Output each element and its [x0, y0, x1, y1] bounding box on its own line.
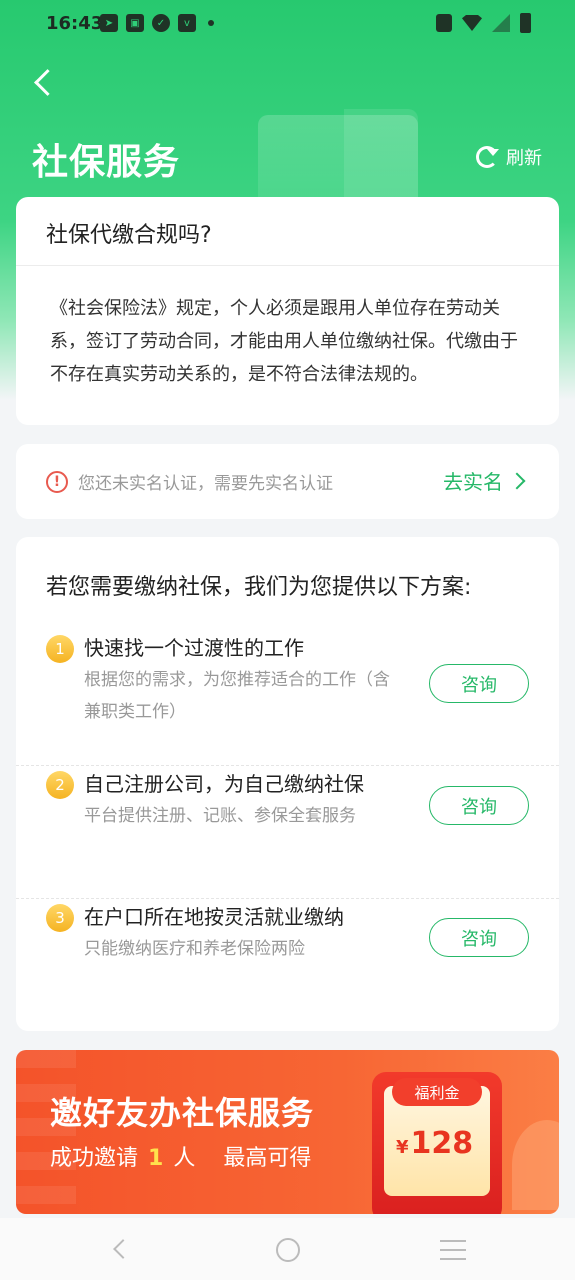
number-badge: 2	[46, 771, 74, 799]
refresh-icon	[476, 146, 499, 168]
coupon-amount: ¥128	[396, 1126, 473, 1161]
verify-label: 去实名	[443, 470, 503, 494]
compliance-body: 《社会保险法》规定，个人必须是跟用人单位存在劳动关系，签订了劳动合同，才能由用人…	[50, 298, 518, 385]
shopping-bag-icon: ▣	[126, 14, 144, 32]
coupon-value: 128	[410, 1126, 474, 1161]
plan-option-1: 1 快速找一个过渡性的工作 根据您的需求，为您推荐适合的工作（含兼职类工作） 咨…	[16, 630, 559, 766]
status-time: 16:43	[46, 13, 104, 34]
number-badge: 3	[46, 904, 74, 932]
nav-home-icon[interactable]	[276, 1238, 300, 1262]
verify-card: ! 您还未实名认证，需要先实名认证 去实名	[16, 444, 559, 519]
plan-title: 自己注册公司，为自己缴纳社保	[84, 772, 364, 796]
refresh-label: 刷新	[506, 148, 542, 169]
vibrate-icon	[436, 14, 452, 32]
currency-symbol: ¥	[396, 1137, 409, 1158]
plans-heading: 若您需要缴纳社保，我们为您提供以下方案:	[46, 575, 472, 600]
banner-subtitle: 成功邀请 1 人 最高可得	[50, 1140, 311, 1172]
back-button[interactable]	[26, 62, 66, 102]
banner-sub-suffix: 最高可得	[223, 1146, 312, 1171]
banner-sub-prefix: 成功邀请	[50, 1146, 139, 1171]
banner-sub-unit: 人	[173, 1146, 196, 1171]
telegram-icon: ➤	[100, 14, 118, 32]
chevron-right-icon	[508, 472, 526, 489]
more-dot-icon	[208, 20, 214, 26]
invite-count: 1	[148, 1146, 164, 1171]
nav-menu-icon[interactable]	[440, 1240, 466, 1260]
consult-button-2[interactable]: 咨询	[429, 786, 529, 825]
battery-icon	[520, 13, 531, 33]
status-bar: 16:43 ➤ ▣ ✓ v	[0, 0, 575, 48]
plan-desc: 平台提供注册、记账、参保全套服务	[84, 806, 356, 826]
compliance-title: 社保代缴合规吗?	[16, 197, 559, 266]
refresh-button[interactable]: 刷新	[476, 144, 542, 170]
verify-message: 您还未实名认证，需要先实名认证	[78, 474, 333, 494]
plans-card: 若您需要缴纳社保，我们为您提供以下方案: 1 快速找一个过渡性的工作 根据您的需…	[16, 537, 559, 1031]
page-title: 社保服务	[32, 142, 181, 183]
umbrella-decoration	[512, 1120, 559, 1210]
consult-button-3[interactable]: 咨询	[429, 918, 529, 957]
signal-icon	[492, 14, 510, 32]
banner-title: 邀好友办社保服务	[50, 1094, 315, 1132]
verify-button[interactable]: 去实名	[443, 466, 526, 495]
system-nav-bar	[0, 1218, 575, 1280]
plan-title: 在户口所在地按灵活就业缴纳	[84, 905, 344, 929]
notification-icons: ➤ ▣ ✓ v	[100, 14, 214, 32]
vivo-icon: v	[178, 14, 196, 32]
coupon-tag: 福利金	[392, 1078, 482, 1106]
invite-banner[interactable]: 邀好友办社保服务 成功邀请 1 人 最高可得 福利金 ¥128	[16, 1050, 559, 1214]
plan-desc: 根据您的需求，为您推荐适合的工作（含兼职类工作）	[84, 670, 390, 722]
system-icons	[436, 13, 531, 33]
nav-back-icon[interactable]	[113, 1239, 133, 1259]
exclamation-circle-icon: !	[46, 470, 68, 493]
check-circle-icon: ✓	[152, 14, 170, 32]
plan-desc: 只能缴纳医疗和养老保险两险	[84, 939, 305, 959]
number-badge: 1	[46, 635, 74, 663]
compliance-card: 社保代缴合规吗? 《社会保险法》规定，个人必须是跟用人单位存在劳动关系，签订了劳…	[16, 197, 559, 425]
wifi-icon	[462, 15, 482, 31]
plan-option-2: 2 自己注册公司，为自己缴纳社保 平台提供注册、记账、参保全套服务 咨询	[16, 766, 559, 899]
plan-title: 快速找一个过渡性的工作	[84, 636, 304, 660]
consult-button-1[interactable]: 咨询	[429, 664, 529, 703]
plan-option-3: 3 在户口所在地按灵活就业缴纳 只能缴纳医疗和养老保险两险 咨询	[16, 899, 559, 1031]
